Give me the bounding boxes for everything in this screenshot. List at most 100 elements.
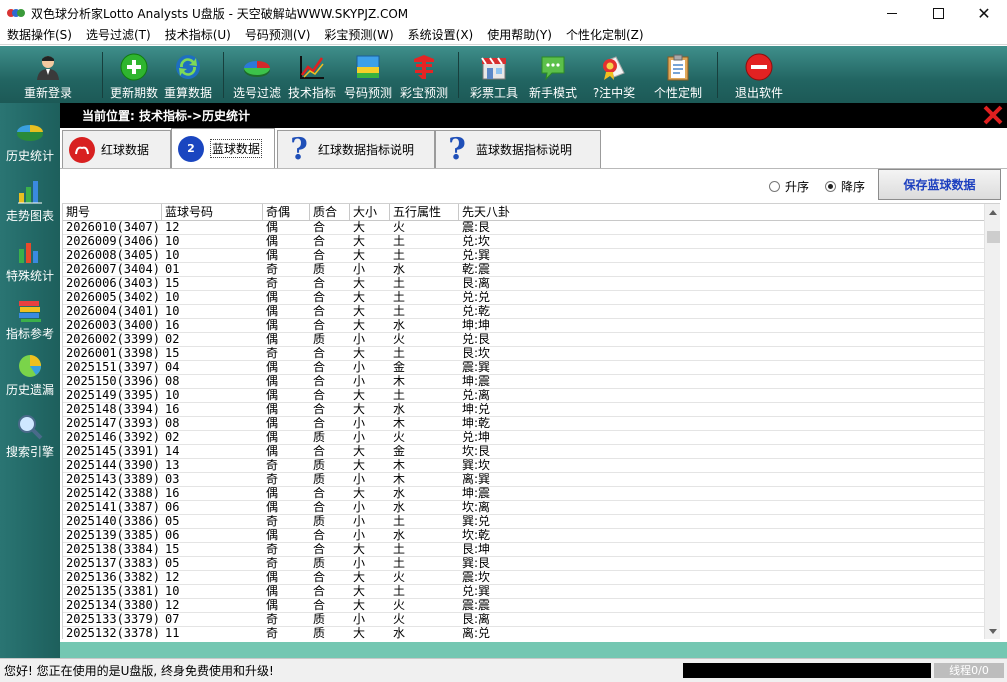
table-row[interactable]: 2026005(3402) 10 偶 合 大 土 兑:兑 bbox=[63, 291, 985, 305]
table-cell: 偶 bbox=[266, 501, 279, 514]
nav-special-stats[interactable]: 特殊统计 bbox=[0, 226, 60, 284]
menu-custom[interactable]: 个性化定制(Z) bbox=[559, 26, 651, 44]
table-row[interactable]: 2026003(3400) 16 偶 合 大 水 坤:坤 bbox=[63, 319, 985, 333]
menu-filter[interactable]: 选号过滤(T) bbox=[79, 26, 158, 44]
table-row[interactable]: 2025138(3384) 15 奇 合 大 土 艮:坤 bbox=[63, 543, 985, 557]
menu-predict[interactable]: 号码预测(V) bbox=[238, 26, 318, 44]
menu-caibao[interactable]: 彩宝预测(W) bbox=[317, 26, 400, 44]
table-row[interactable]: 2025144(3390) 13 奇 质 大 木 巽:坎 bbox=[63, 459, 985, 473]
nav-search-engine[interactable]: 搜索引擎 bbox=[0, 402, 60, 460]
nav-history-stats[interactable]: 历史统计 bbox=[0, 106, 60, 164]
tab-blue-data[interactable]: 2 蓝球数据 bbox=[171, 128, 275, 168]
col-odd-even[interactable]: 奇偶 bbox=[263, 204, 310, 221]
table-row[interactable]: 2026010(3407) 12 偶 合 大 火 震:艮 bbox=[63, 221, 985, 235]
table-row[interactable]: 2025146(3392) 02 偶 质 小 火 兑:坤 bbox=[63, 431, 985, 445]
sort-asc-radio[interactable]: 升序 bbox=[769, 178, 809, 195]
table-row[interactable]: 2025143(3389) 03 奇 质 小 木 离:巽 bbox=[63, 473, 985, 487]
table-row[interactable]: 2025149(3395) 10 偶 合 大 土 兑:离 bbox=[63, 389, 985, 403]
table-cell: 木 bbox=[393, 473, 406, 486]
save-blue-data-button[interactable]: 保存蓝球数据 bbox=[878, 169, 1001, 200]
tab-blue-help[interactable]: ? 蓝球数据指标说明 bbox=[435, 130, 601, 168]
exit-button[interactable]: 退出软件 bbox=[724, 46, 794, 103]
table-row[interactable]: 2025137(3383) 05 奇 质 小 土 巽:艮 bbox=[63, 557, 985, 571]
table-cell: 艮:坤 bbox=[462, 543, 491, 556]
table-row[interactable]: 2025147(3393) 08 偶 合 小 木 坤:乾 bbox=[63, 417, 985, 431]
menu-tech[interactable]: 技术指标(U) bbox=[158, 26, 238, 44]
predict-button[interactable]: 号码预测 bbox=[340, 46, 396, 103]
scroll-thumb[interactable] bbox=[987, 231, 1000, 243]
col-wuxing[interactable]: 五行属性 bbox=[390, 204, 459, 221]
table-cell: 坤:震 bbox=[462, 487, 491, 500]
table-cell: 合 bbox=[313, 599, 326, 612]
col-bagua[interactable]: 先天八卦 bbox=[459, 204, 985, 221]
table-row[interactable]: 2025150(3396) 08 偶 合 小 木 坤:震 bbox=[63, 375, 985, 389]
sort-desc-radio[interactable]: 降序 bbox=[825, 178, 865, 195]
nav-history-missing[interactable]: 历史遗漏 bbox=[0, 340, 60, 398]
window-controls: ✕ bbox=[869, 0, 1007, 26]
tab-red-help[interactable]: ? 红球数据指标说明 bbox=[277, 130, 435, 168]
table-row[interactable]: 2026004(3401) 10 偶 合 大 土 兑:乾 bbox=[63, 305, 985, 319]
table-row[interactable]: 2025145(3391) 14 偶 合 大 金 坎:艮 bbox=[63, 445, 985, 459]
menu-help[interactable]: 使用帮助(Y) bbox=[480, 26, 559, 44]
minimize-button[interactable] bbox=[869, 0, 915, 26]
tech-button[interactable]: 技术指标 bbox=[284, 46, 340, 103]
table-row[interactable]: 2025136(3382) 12 偶 合 大 火 震:坎 bbox=[63, 571, 985, 585]
table-cell: 离:巽 bbox=[462, 473, 491, 486]
magnifier-icon bbox=[15, 413, 45, 441]
col-blue-number[interactable]: 蓝球号码 bbox=[162, 204, 263, 221]
maximize-button[interactable] bbox=[915, 0, 961, 26]
update-label: 更新期数 bbox=[109, 86, 158, 100]
content-panel: 当前位置: 技术指标->历史统计 红球数据 2 蓝球数据 ? 红球数据指标说明 bbox=[60, 103, 1007, 658]
table-row[interactable]: 2025151(3397) 04 偶 合 小 金 震:巽 bbox=[63, 361, 985, 375]
table-row[interactable]: 2025135(3381) 10 偶 合 大 土 兑:巽 bbox=[63, 585, 985, 599]
scroll-down-icon[interactable] bbox=[989, 629, 997, 634]
table-cell: 10 bbox=[165, 305, 180, 318]
caibao-button[interactable]: 彩宝预测 bbox=[396, 46, 452, 103]
table-cell: 2025138(3384) bbox=[66, 543, 160, 556]
menu-data-ops[interactable]: 数据操作(S) bbox=[0, 26, 79, 44]
table-cell: 艮:离 bbox=[462, 613, 491, 626]
close-button[interactable]: ✕ bbox=[961, 0, 1007, 26]
table-row[interactable]: 2026002(3399) 02 偶 质 小 火 兑:艮 bbox=[63, 333, 985, 347]
table-row[interactable]: 2026007(3404) 01 奇 质 小 水 乾:震 bbox=[63, 263, 985, 277]
nav-trend-charts[interactable]: 走势图表 bbox=[0, 166, 60, 224]
tools-button[interactable]: 彩票工具 bbox=[465, 46, 523, 103]
table-row[interactable]: 2025140(3386) 05 奇 质 小 土 巽:兑 bbox=[63, 515, 985, 529]
table-cell: 大 bbox=[353, 543, 366, 556]
table-row[interactable]: 2025132(3378) 11 奇 质 大 水 离:兑 bbox=[63, 627, 985, 639]
col-prime[interactable]: 质合 bbox=[310, 204, 350, 221]
table-cell: 2025151(3397) bbox=[66, 361, 160, 374]
table-cell: 水 bbox=[393, 263, 406, 276]
table-cell: 奇 bbox=[266, 347, 279, 360]
table-row[interactable]: 2025148(3394) 16 偶 合 大 水 坤:兑 bbox=[63, 403, 985, 417]
table-cell: 合 bbox=[313, 375, 326, 388]
close-panel-icon[interactable] bbox=[982, 104, 1004, 126]
table-row[interactable]: 2026009(3406) 10 偶 合 大 土 兑:坎 bbox=[63, 235, 985, 249]
newbie-button[interactable]: 新手模式 bbox=[523, 46, 583, 103]
nav-indicator-ref[interactable]: 指标参考 bbox=[0, 284, 60, 342]
col-size[interactable]: 大小 bbox=[350, 204, 390, 221]
custom-button[interactable]: 个性定制 bbox=[645, 46, 711, 103]
table-cell: 合 bbox=[313, 417, 326, 430]
prize-button[interactable]: ?注中奖 bbox=[583, 46, 645, 103]
tab-red-data[interactable]: 红球数据 bbox=[62, 130, 171, 168]
filter-button[interactable]: 选号过滤 bbox=[230, 46, 284, 103]
relogin-button[interactable]: 重新登录 bbox=[0, 46, 96, 103]
status-bar: 您好! 您正在使用的是U盘版, 终身免费使用和升级! 线程0/0 bbox=[0, 658, 1007, 682]
table-row[interactable]: 2025133(3379) 07 奇 质 小 火 艮:离 bbox=[63, 613, 985, 627]
table-row[interactable]: 2026008(3405) 10 偶 合 大 土 兑:巽 bbox=[63, 249, 985, 263]
line-chart-icon bbox=[297, 53, 327, 81]
vertical-scrollbar[interactable] bbox=[984, 204, 1000, 639]
table-row[interactable]: 2025139(3385) 06 偶 合 小 水 坎:乾 bbox=[63, 529, 985, 543]
col-issue[interactable]: 期号 bbox=[63, 204, 162, 221]
table-cell: 土 bbox=[393, 585, 406, 598]
menu-settings[interactable]: 系统设置(X) bbox=[401, 26, 481, 44]
table-row[interactable]: 2026001(3398) 15 奇 合 大 土 艮:坎 bbox=[63, 347, 985, 361]
table-row[interactable]: 2025142(3388) 16 偶 合 大 水 坤:震 bbox=[63, 487, 985, 501]
table-row[interactable]: 2025141(3387) 06 偶 合 小 水 坎:离 bbox=[63, 501, 985, 515]
recalc-button[interactable]: 重算数据 bbox=[159, 46, 217, 103]
scroll-up-icon[interactable] bbox=[989, 210, 997, 215]
update-button[interactable]: 更新期数 bbox=[109, 46, 159, 103]
table-row[interactable]: 2025134(3380) 12 偶 合 大 火 震:震 bbox=[63, 599, 985, 613]
table-row[interactable]: 2026006(3403) 15 奇 合 大 土 艮:离 bbox=[63, 277, 985, 291]
